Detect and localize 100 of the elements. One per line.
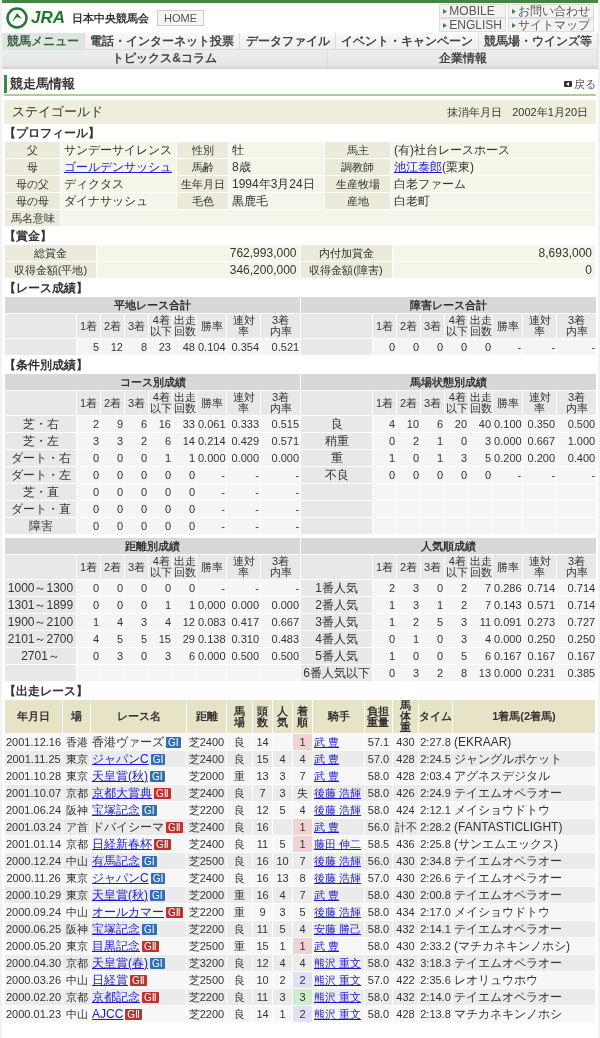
logo-text[interactable]: JRA (31, 8, 65, 28)
grade-badge: GⅠ (166, 736, 181, 748)
grade-badge: GⅡ (154, 787, 171, 799)
column-header: 出走回数 (470, 315, 493, 337)
column-header: 3着 (424, 560, 442, 573)
column-header: 3着 (127, 560, 146, 573)
column-header: 4着以下 (446, 392, 469, 414)
race-link[interactable]: 京都記念 (92, 989, 140, 1004)
field-label: 内付加賞金 (300, 244, 392, 262)
horse-name: ステイゴールド (12, 103, 103, 121)
nav-tab[interactable]: トピックス&コラム (2, 50, 329, 67)
race-link[interactable]: 宝塚記念 (92, 802, 140, 817)
nav-tab[interactable]: 企業情報 (328, 50, 598, 67)
column-header: 1着 (79, 319, 98, 332)
race-link[interactable]: 日経新春杯 (92, 836, 152, 851)
column-header: 4着以下 (446, 315, 469, 337)
column-header: 勝率 (496, 319, 519, 332)
home-button[interactable]: HOME (157, 10, 204, 26)
race-link[interactable]: 天皇賞(秋) (92, 887, 148, 902)
column-header: 2着 (400, 319, 418, 332)
profile-text: 8歳 (232, 159, 251, 174)
column-header: 連対率 (232, 314, 255, 337)
column-header: 3着内率 (565, 392, 588, 414)
column-header: 出走回数 (470, 556, 493, 578)
profile-text: 白老ファーム (394, 176, 466, 191)
grade-badge: GⅠ (150, 957, 165, 969)
column-header: 人気 (276, 705, 289, 728)
column-header: 3着内率 (269, 556, 292, 578)
column-header: 3着内率 (565, 315, 588, 337)
header-link[interactable]: お問い合わせ (508, 4, 594, 18)
column-header: 3着 (424, 396, 442, 409)
column-header: 連対率 (232, 555, 255, 578)
column-header: 3着 (127, 319, 146, 332)
column-header: 連対率 (232, 391, 255, 414)
bullet-icon (443, 8, 448, 14)
column-header: 場 (71, 710, 82, 722)
column-header: 2着 (103, 396, 122, 409)
column-header: 距離 (195, 710, 218, 722)
header-link[interactable]: サイトマップ (508, 18, 594, 32)
column-header: 勝率 (200, 396, 223, 409)
column-header: 4着以下 (150, 556, 173, 578)
race-link[interactable]: 目黒記念 (92, 938, 140, 953)
grade-badge: GⅠ (142, 923, 157, 935)
grade-badge: GⅡ (125, 1008, 143, 1020)
profile-text: サンデーサイレンス (64, 142, 172, 157)
race-link[interactable]: ジャパンC (92, 870, 149, 885)
grade-badge: GⅡ (142, 991, 159, 1003)
race-link[interactable]: ジャパンC (92, 751, 149, 766)
column-header: 3着内率 (269, 392, 292, 414)
profile-link[interactable]: 池江泰郎 (394, 159, 442, 174)
column-header: 勝率 (200, 560, 223, 573)
column-header: 出走回数 (174, 315, 197, 337)
back-icon (564, 81, 572, 87)
nav-tab[interactable]: 電話・インターネット投票 (85, 33, 241, 50)
race-link[interactable]: 京都大賞典 (92, 785, 152, 800)
race-link[interactable]: 天皇賞(秋) (92, 768, 148, 783)
column-header: 1着 (376, 560, 394, 573)
profile-text: ディクタス (64, 176, 124, 191)
profile-text: ダイナサッシュ (64, 193, 148, 208)
section-title: 【条件別成績】 (4, 358, 89, 372)
table-title: 馬場状態別成績 (300, 373, 597, 391)
race-text: ドバイシーマ (92, 819, 164, 834)
header-link[interactable]: MOBILE (439, 4, 506, 18)
nav-tab[interactable]: 競馬メニュー (2, 33, 86, 50)
column-header: 負担重量 (367, 705, 390, 728)
column-header: 連対率 (528, 314, 551, 337)
column-header: 年月日 (17, 710, 50, 722)
grade-badge: GⅠ (150, 872, 166, 884)
column-header: 3着 (127, 396, 146, 409)
nav-tab[interactable]: データファイル (240, 33, 336, 50)
race-link[interactable]: 天皇賞(春) (92, 955, 148, 970)
grade-badge: GⅠ (142, 855, 157, 867)
grade-badge: GⅡ (142, 940, 159, 952)
nav-tab[interactable]: イベント・キャンペーン (335, 33, 479, 50)
profile-text: (有)社台レースホース (394, 142, 510, 157)
race-link[interactable]: 有馬記念 (92, 853, 140, 868)
column-header: 出走回数 (174, 556, 197, 578)
race-link[interactable]: オールカマー (92, 904, 164, 919)
grade-badge: GⅠ (150, 889, 165, 901)
column-header: 3着内率 (565, 556, 588, 578)
section-title: 【レース成績】 (4, 281, 89, 295)
column-header: 連対率 (528, 555, 551, 578)
profile-text: 黒鹿毛 (232, 193, 268, 208)
profile-text: 白老町 (394, 193, 430, 208)
column-header: レース名 (116, 710, 161, 722)
race-link[interactable]: 宝塚記念 (92, 921, 140, 936)
section-title: 【出走レース】 (4, 684, 89, 698)
section-title: 【プロフィール】 (4, 126, 101, 140)
back-link[interactable]: 戻る (564, 76, 596, 92)
field-label: 父 (4, 141, 61, 159)
header-link[interactable]: ENGLISH (439, 18, 506, 32)
table-title: 平地レース合計 (4, 296, 301, 314)
field-label: 性別 (176, 141, 229, 159)
column-header: 2着 (400, 560, 418, 573)
grade-badge: GⅡ (166, 906, 183, 918)
nav-tab[interactable]: 競馬場・ウインズ等 (478, 33, 598, 50)
grade-badge: GⅠ (150, 753, 166, 765)
column-header: 出走回数 (470, 392, 493, 414)
race-link[interactable]: 日経賞 (92, 972, 128, 987)
race-link[interactable]: AJCC (92, 1006, 124, 1021)
